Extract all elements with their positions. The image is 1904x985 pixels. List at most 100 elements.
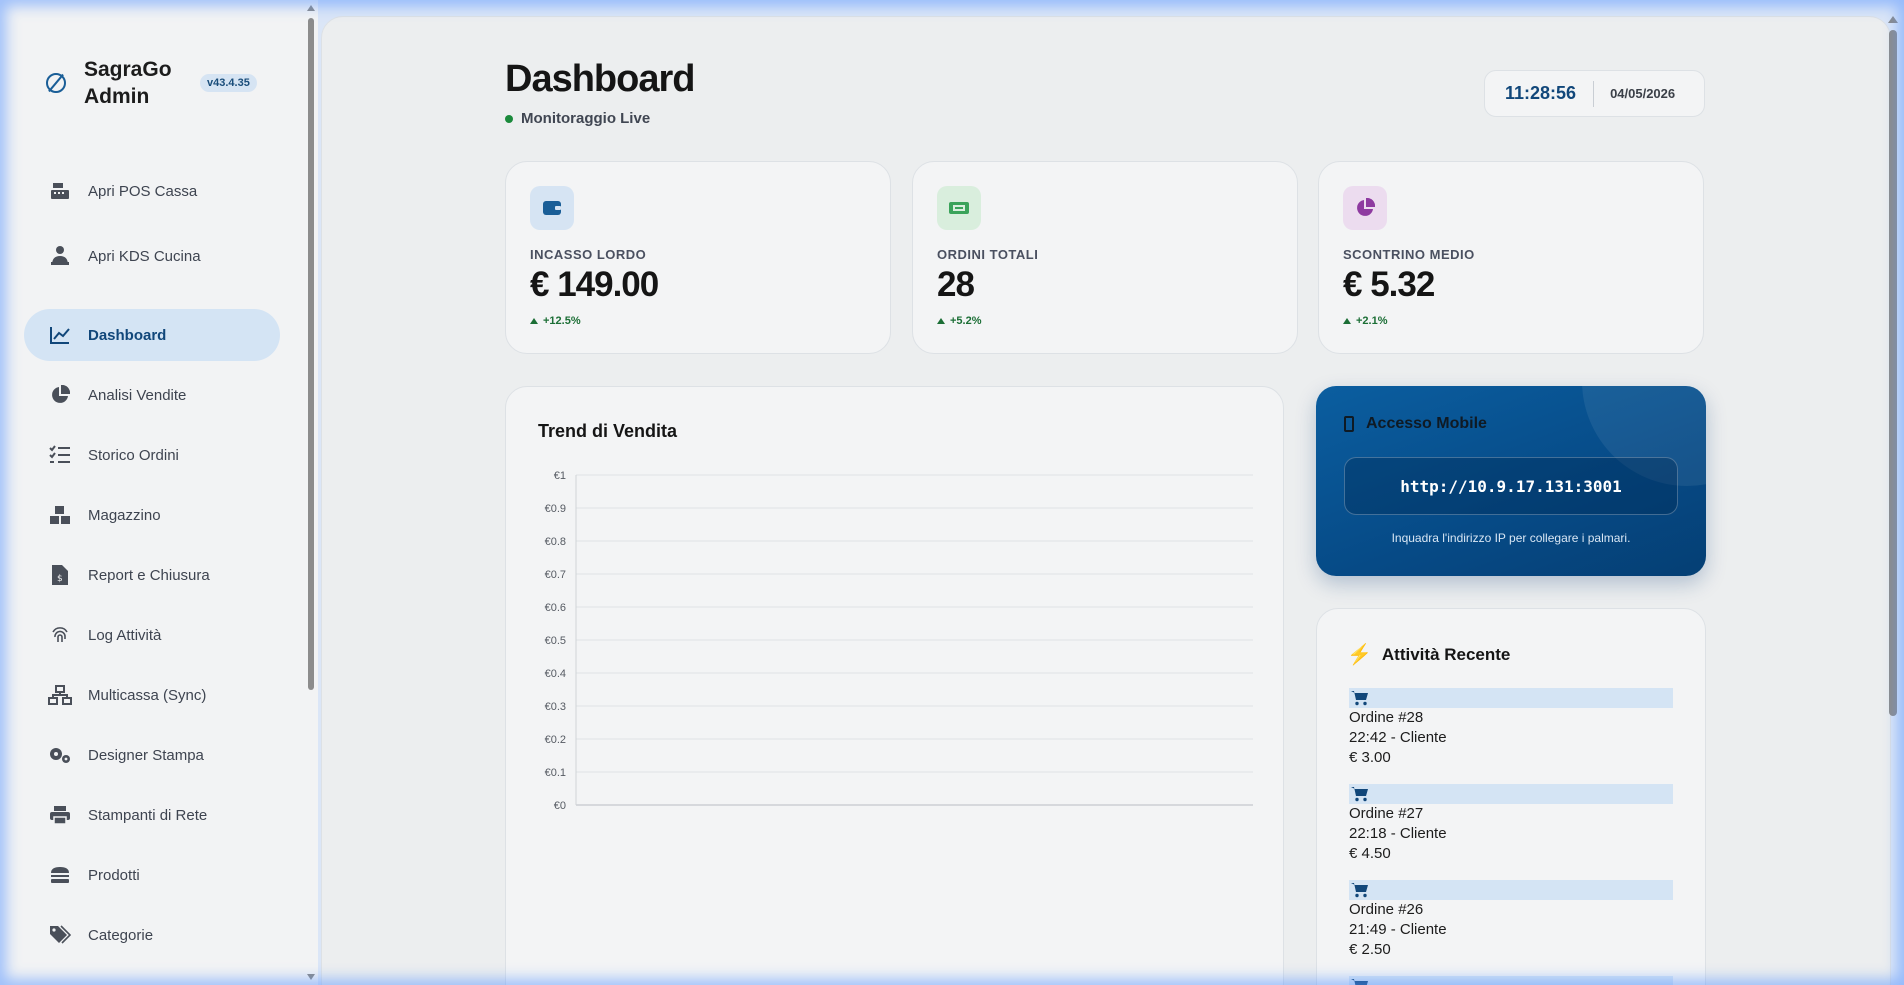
sidebar-item-stampanti[interactable]: Stampanti di Rete xyxy=(24,789,280,841)
trend-up-icon xyxy=(937,318,945,324)
invoice-icon: $ xyxy=(48,565,72,585)
sidebar-item-label: Storico Ordini xyxy=(88,446,179,464)
stat-value: € 5.32 xyxy=(1343,265,1435,304)
activity-title: ⚡ Attività Recente xyxy=(1347,642,1510,667)
stat-label: INCASSO LORDO xyxy=(530,247,647,262)
mobile-title-text: Accesso Mobile xyxy=(1366,415,1487,432)
line-chart-icon xyxy=(48,325,72,345)
cart-icon xyxy=(1351,691,1368,706)
stat-trend-text: +5.2% xyxy=(950,315,982,327)
stat-trend: +12.5% xyxy=(530,315,581,327)
stat-trend-text: +2.1% xyxy=(1356,315,1388,327)
sidebar-item-label: Log Attività xyxy=(88,626,162,644)
trend-up-icon xyxy=(1343,318,1351,324)
live-status: Monitoraggio Live xyxy=(505,110,650,127)
sidebar-scrollbar[interactable] xyxy=(304,0,318,985)
sidebar: SagraGo Admin v43.4.35 Apri POS Cassa Ap… xyxy=(0,0,318,985)
chart-title: Trend di Vendita xyxy=(538,421,678,441)
phone-icon xyxy=(1344,416,1354,432)
activity-amount: € 4.50 xyxy=(1349,845,1391,862)
main-scroll-up-icon[interactable] xyxy=(1888,16,1898,23)
sidebar-item-magazzino[interactable]: Magazzino xyxy=(24,489,280,541)
pie-chart-icon xyxy=(1343,186,1387,230)
activity-amount: € 3.00 xyxy=(1349,749,1391,766)
clock-time: 11:28:56 xyxy=(1505,83,1577,103)
sidebar-item-designer[interactable]: Designer Stampa xyxy=(24,729,280,781)
sidebar-item-pos[interactable]: Apri POS Cassa xyxy=(24,165,280,217)
stat-trend-text: +12.5% xyxy=(543,315,581,327)
sidebar-item-prodotti[interactable]: Prodotti xyxy=(24,849,280,901)
tags-icon xyxy=(48,925,72,945)
sidebar-item-label: Stampanti di Rete xyxy=(88,806,208,824)
activity-item[interactable]: Ordine #26 21:49 - Cliente € 2.50 xyxy=(1349,880,1673,960)
sidebar-item-multicassa[interactable]: Multicassa (Sync) xyxy=(24,669,280,721)
live-status-text: Monitoraggio Live xyxy=(521,110,651,127)
sidebar-item-kds[interactable]: Apri KDS Cucina xyxy=(24,230,280,282)
activity-meta: 22:42 - Cliente xyxy=(1349,729,1447,746)
brand-name: SagraGo Admin xyxy=(84,58,172,108)
network-icon xyxy=(48,685,72,705)
scroll-up-icon[interactable] xyxy=(307,5,315,11)
activity-meta: 22:18 - Cliente xyxy=(1349,825,1447,842)
activity-amount: € 2.50 xyxy=(1349,941,1391,958)
cart-icon xyxy=(1351,979,1368,985)
sales-trend-chart: €1 €0.9 €0.8 €0.7 €0.6 €0.5 €0.4 €0.3 €0.2 €0.1 €0 xyxy=(545,470,1253,812)
activity-order: Ordine #27 xyxy=(1349,805,1424,822)
sidebar-item-storico[interactable]: Storico Ordini xyxy=(24,429,280,481)
stat-label: ORDINI TOTALI xyxy=(937,247,1039,262)
bolt-icon: ⚡ xyxy=(1347,644,1372,666)
cash-register-icon xyxy=(48,181,72,201)
chart-y-tick-label: €0.8 xyxy=(545,536,566,548)
activity-meta: 21:49 - Cliente xyxy=(1349,921,1447,938)
chart-y-tick-label: €0.5 xyxy=(545,635,566,647)
page-title: Dashboard xyxy=(505,58,695,100)
chart-y-tick-label: €1 xyxy=(554,470,566,482)
sidebar-item-label: Magazzino xyxy=(88,506,161,524)
burger-icon xyxy=(48,866,72,884)
sidebar-item-label: Designer Stampa xyxy=(88,746,204,764)
activity-order: Ordine #26 xyxy=(1349,901,1424,918)
activity-item[interactable] xyxy=(1349,976,1673,985)
cart-icon xyxy=(1351,787,1368,802)
scrollbar-thumb[interactable] xyxy=(308,18,314,690)
activity-item[interactable]: Ordine #27 22:18 - Cliente € 4.50 xyxy=(1349,784,1673,864)
scroll-down-icon[interactable] xyxy=(307,974,315,980)
trend-up-icon xyxy=(530,318,538,324)
mobile-hint: Inquadra l'indirizzo IP per collegare i … xyxy=(1391,531,1631,545)
activity-title-text: Attività Recente xyxy=(1381,644,1511,664)
checklist-icon xyxy=(48,445,72,465)
wallet-icon xyxy=(530,186,574,230)
mobile-title: Accesso Mobile xyxy=(1344,415,1487,433)
clock-date: 04/05/2026 xyxy=(1610,86,1676,101)
boxes-icon xyxy=(48,505,72,525)
stat-trend: +2.1% xyxy=(1343,315,1388,327)
sidebar-item-label: Apri KDS Cucina xyxy=(88,247,201,265)
cart-icon xyxy=(1351,883,1368,898)
stat-card-incasso: INCASSO LORDO € 149.00 +12.5% xyxy=(505,161,891,354)
pie-chart-icon xyxy=(48,385,72,405)
sidebar-item-analisi[interactable]: Analisi Vendite xyxy=(24,369,280,421)
ticket-icon xyxy=(937,186,981,230)
sidebar-item-report[interactable]: $ Report e Chiusura xyxy=(24,549,280,601)
sales-trend-card: Trend di Vendita €1 €0.9 €0.8 €0.7 €0.6 €0.5 €… xyxy=(505,386,1284,985)
recent-activity-card: ⚡ Attività Recente Ordine #28 22:42 - Cl… xyxy=(1316,608,1706,985)
sidebar-item-log[interactable]: Log Attività xyxy=(24,609,280,661)
sidebar-item-label: Report e Chiusura xyxy=(88,566,210,584)
activity-item[interactable]: Ordine #28 22:42 - Cliente € 3.00 xyxy=(1349,688,1673,768)
stat-card-ordini: ORDINI TOTALI 28 +5.2% xyxy=(912,161,1298,354)
clock-widget: 11:28:56 04/05/2026 xyxy=(1484,70,1705,117)
brand[interactable]: SagraGo Admin v43.4.35 xyxy=(46,56,257,110)
sidebar-item-label: Prodotti xyxy=(88,866,140,884)
stat-label: SCONTRINO MEDIO xyxy=(1343,247,1475,262)
printer-icon xyxy=(48,805,72,825)
sidebar-item-dashboard[interactable]: Dashboard xyxy=(24,309,280,361)
chart-y-tick-label: €0.2 xyxy=(545,734,566,746)
chart-y-tick-label: €0.4 xyxy=(545,668,566,680)
chart-y-tick-label: €0.3 xyxy=(545,701,566,713)
gears-icon xyxy=(48,745,72,765)
mobile-url[interactable]: http://10.9.17.131:3001 xyxy=(1344,457,1678,515)
main-scrollbar-thumb[interactable] xyxy=(1889,30,1897,716)
chart-y-tick-label: €0 xyxy=(554,800,566,812)
version-badge: v43.4.35 xyxy=(200,74,257,92)
sidebar-item-categorie[interactable]: Categorie xyxy=(24,909,280,961)
